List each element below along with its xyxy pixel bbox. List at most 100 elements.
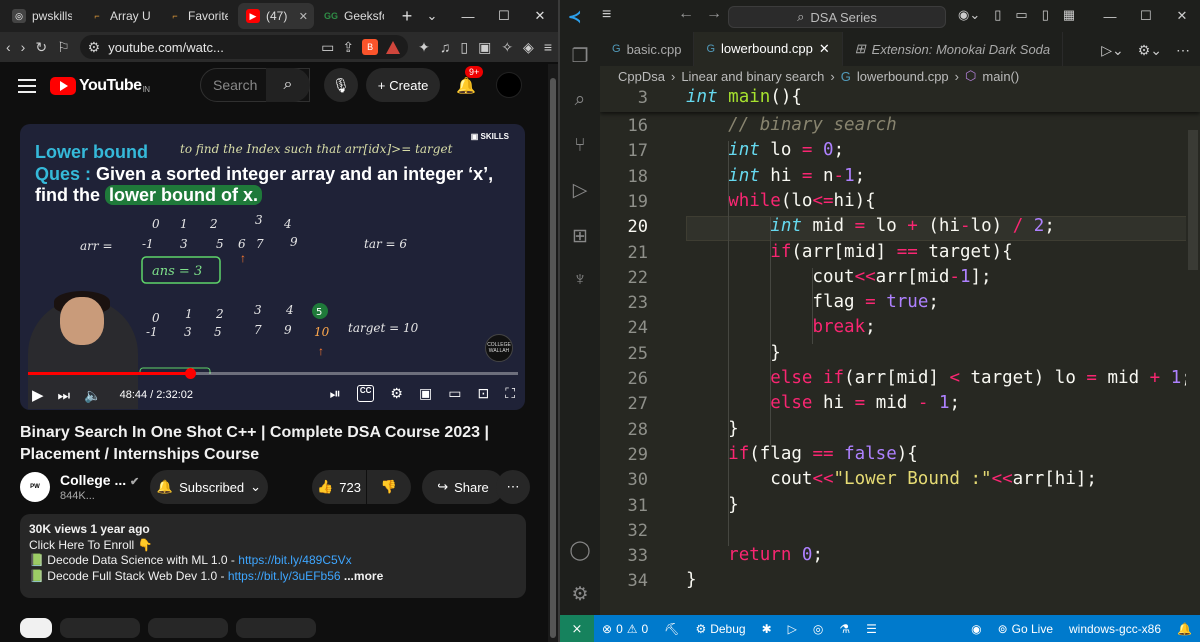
command-center[interactable]: ⌕ DSA Series: [728, 6, 946, 28]
tab-lowerbound-cpp[interactable]: Glowerbound.cpp ✕: [694, 32, 843, 66]
minimize-button[interactable]: —: [1092, 0, 1128, 32]
notifications-bell-icon[interactable]: 🔔: [456, 76, 476, 96]
remote-icon[interactable]: ⨯: [560, 615, 594, 642]
share-icon[interactable]: ⇪: [342, 39, 354, 56]
site-info-icon[interactable]: ⚙: [88, 39, 101, 56]
browser-tab-youtube[interactable]: ▶ (47) ✕: [238, 3, 314, 29]
tab-extension[interactable]: ⊞ Extension: Monokai Dark Soda: [843, 32, 1064, 66]
forward-icon[interactable]: ›: [21, 39, 26, 55]
play-icon[interactable]: ▷: [780, 622, 805, 636]
breadcrumb-item[interactable]: Linear and binary search: [681, 69, 824, 84]
close-tab-icon[interactable]: ✕: [299, 10, 308, 23]
breadcrumb-item[interactable]: CppDsa: [618, 69, 665, 84]
account-icon[interactable]: ◯: [568, 538, 592, 562]
settings-gear-icon[interactable]: ⚙⌄: [1138, 42, 1162, 59]
course-link[interactable]: https://bit.ly/3uEFb56: [228, 569, 341, 583]
settings-gear-icon[interactable]: ⚙: [390, 385, 403, 402]
close-button[interactable]: ✕: [1164, 0, 1200, 32]
manage-gear-icon[interactable]: ⚙: [568, 582, 592, 606]
like-button[interactable]: 👍 723: [312, 470, 366, 504]
miniplayer-icon[interactable]: ▣: [419, 385, 432, 402]
extensions-icon[interactable]: ✦: [418, 39, 430, 56]
browser-tab-favorite[interactable]: ⌐ Favorite: [160, 3, 236, 29]
show-more-link[interactable]: ...more: [344, 569, 383, 583]
code-line[interactable]: int hi = n-1;: [686, 166, 865, 186]
next-icon[interactable]: ⏭: [58, 387, 71, 404]
search-button[interactable]: ⌕: [266, 68, 310, 102]
browser-tab-array[interactable]: ⌐ Array Up: [82, 3, 158, 29]
video-player[interactable]: ▣ SKILLS Lower bound to find the Index s…: [20, 124, 525, 410]
code-line[interactable]: while(lo<=hi){: [686, 191, 876, 211]
video-description[interactable]: 30K views 1 year ago Click Here To Enrol…: [20, 514, 526, 598]
browser-tab-pwskills[interactable]: ◎ pwskills: [4, 3, 80, 29]
browser-tab-geeks[interactable]: GG Geeksfo: [316, 3, 392, 29]
extensions-icon[interactable]: ⊞: [568, 224, 592, 248]
target-icon[interactable]: ◎: [805, 622, 831, 636]
nav-arrows[interactable]: ←→: [678, 5, 734, 23]
chip[interactable]: [236, 618, 316, 638]
voice-search-button[interactable]: 🎙: [324, 68, 358, 102]
channel-avatar[interactable]: PW: [20, 472, 50, 502]
flask-icon[interactable]: ⚗: [831, 622, 858, 636]
leo-icon[interactable]: ✧: [501, 39, 513, 56]
compiler-config[interactable]: windows-gcc-x86: [1061, 622, 1169, 636]
debug-config[interactable]: ⚙ Debug: [687, 622, 753, 636]
chip[interactable]: [20, 618, 52, 638]
scrubber-handle[interactable]: [184, 368, 196, 379]
video-progress-bar[interactable]: [28, 368, 518, 379]
captions-icon[interactable]: CC: [356, 385, 375, 402]
reload-icon[interactable]: ↻: [35, 39, 47, 56]
breadcrumb-item[interactable]: main(): [982, 69, 1019, 84]
code-line[interactable]: }: [686, 570, 697, 590]
youtube-logo[interactable]: YouTube IN: [50, 77, 150, 95]
subscribed-button[interactable]: 🔔 Subscribed ⌄: [150, 470, 268, 504]
maximize-button[interactable]: ☐: [486, 0, 522, 32]
wallet-icon[interactable]: ▣: [478, 39, 491, 56]
python-icon[interactable]: ♆: [568, 268, 592, 292]
autoplay-toggle[interactable]: ⏯: [330, 385, 341, 402]
cast-icon[interactable]: ▭: [321, 39, 334, 56]
build-icon[interactable]: ⛏: [656, 622, 687, 636]
chip[interactable]: [148, 618, 228, 638]
explorer-icon[interactable]: ❐: [568, 44, 592, 68]
code-line[interactable]: }: [686, 419, 739, 439]
copilot-icon[interactable]: ◉⌄: [958, 7, 980, 23]
run-debug-icon[interactable]: ▷: [568, 178, 592, 202]
chevron-down-icon[interactable]: ⌄: [414, 0, 450, 32]
code-line[interactable]: int lo = 0;: [686, 140, 844, 160]
copilot-status-icon[interactable]: ◉: [963, 622, 989, 636]
more-actions-button[interactable]: ⋯: [496, 470, 530, 504]
code-line[interactable]: int mid = lo + (hi-lo) / 2;: [686, 216, 1055, 236]
bug-icon[interactable]: ✱: [754, 622, 780, 636]
cast-icon[interactable]: ⊡: [477, 385, 489, 402]
sticky-scroll-line[interactable]: 3 int main(){: [600, 86, 1200, 112]
search-icon[interactable]: ⌕: [568, 88, 592, 112]
problems-indicator[interactable]: ⊗ 0 ⚠ 0: [594, 622, 656, 636]
chip[interactable]: [60, 618, 140, 638]
menu-icon[interactable]: ≡: [544, 39, 552, 55]
vpn-icon[interactable]: ◈: [523, 39, 534, 56]
menu-icon[interactable]: ≡: [602, 6, 611, 24]
theater-mode-icon[interactable]: ▭: [448, 385, 461, 402]
maximize-button[interactable]: ☐: [1128, 0, 1164, 32]
hamburger-menu-icon[interactable]: [18, 79, 36, 93]
source-control-icon[interactable]: ⑂: [568, 134, 592, 158]
channel-name[interactable]: College ... ✔: [60, 472, 139, 488]
toggle-sidebar-icon[interactable]: ▯: [994, 7, 1001, 23]
code-line[interactable]: return 0;: [686, 545, 823, 565]
code-line[interactable]: // binary search: [686, 115, 897, 135]
close-icon[interactable]: ✕: [819, 41, 830, 57]
breadcrumb-item[interactable]: lowerbound.cpp: [857, 69, 949, 84]
fullscreen-icon[interactable]: ⛶: [505, 385, 515, 402]
music-icon[interactable]: ♫: [440, 39, 451, 55]
sidebar-icon[interactable]: ▯: [460, 39, 468, 56]
avatar[interactable]: [496, 72, 522, 98]
back-icon[interactable]: ‹: [6, 39, 11, 55]
rewards-icon[interactable]: [386, 40, 401, 54]
list-icon[interactable]: ☰: [858, 622, 885, 636]
play-icon[interactable]: ▶: [32, 386, 44, 404]
code-line[interactable]: }: [686, 495, 739, 515]
code-line[interactable]: break;: [686, 317, 875, 337]
code-line[interactable]: cout<<arr[mid-1];: [686, 267, 991, 287]
create-button[interactable]: + Create: [366, 68, 440, 102]
